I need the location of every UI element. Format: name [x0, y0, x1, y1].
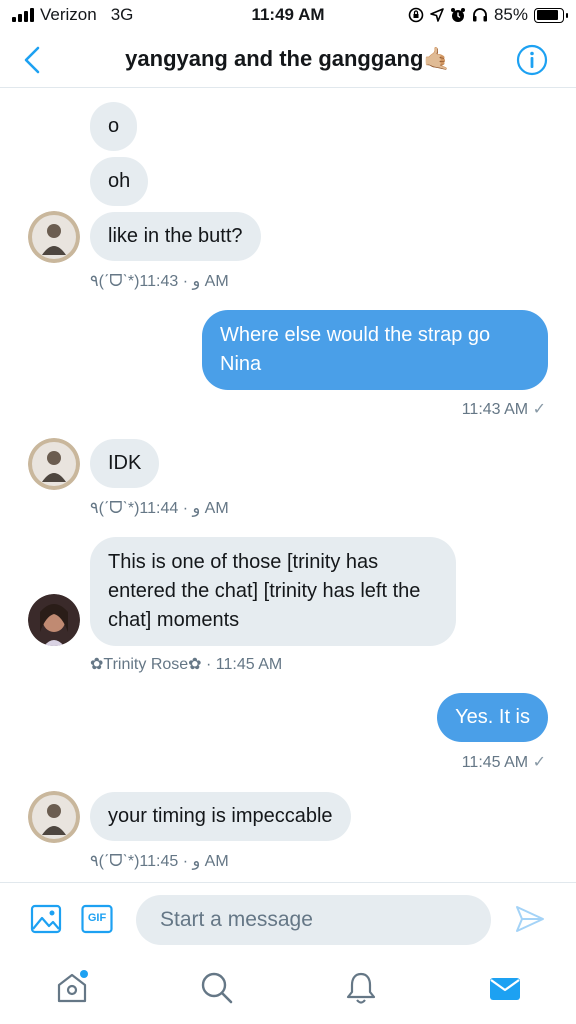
tab-bar [0, 958, 576, 1024]
message-bubble[interactable]: Where else would the strap go Nina [202, 310, 548, 390]
location-icon [430, 8, 444, 22]
message-meta: 11:45 AM ✓ [462, 752, 546, 772]
tab-search[interactable] [199, 970, 235, 1006]
conversation-header: yangyang and the ganggang🤙🏼 [0, 32, 576, 88]
message-list[interactable]: o oh like in the butt? ٩(ˊᗜˋ*)و · 11:43 … [0, 89, 576, 882]
avatar[interactable] [28, 594, 80, 646]
info-icon [516, 44, 548, 76]
battery-icon [534, 7, 568, 23]
status-bar: Verizon 3G 11:49 AM 85% [0, 0, 576, 32]
message-input[interactable] [136, 895, 491, 945]
message-bubble[interactable]: your timing is impeccable [90, 792, 351, 841]
home-icon [57, 970, 88, 1003]
message-meta: ٩(ˊᗜˋ*)و · 11:45 AM [90, 853, 229, 870]
tab-home[interactable] [54, 970, 90, 1006]
tab-notifications[interactable] [343, 970, 379, 1006]
send-icon [516, 906, 544, 932]
message-bubble[interactable]: like in the butt? [90, 212, 261, 261]
message-bubble[interactable]: oh [90, 157, 149, 206]
alarm-icon [450, 8, 465, 22]
notifications-icon [346, 972, 376, 1004]
message-time: 11:43 AM [461, 401, 529, 418]
headphones-icon [472, 8, 487, 22]
message-time: 11:45 AM [215, 656, 283, 673]
info-button[interactable] [516, 44, 548, 76]
tab-messages[interactable] [487, 970, 523, 1006]
message-meta: 11:43 AM ✓ [462, 399, 546, 419]
message-composer: GIF [0, 882, 576, 958]
battery-percent: 85% [493, 5, 528, 24]
image-icon [30, 904, 62, 934]
message-bubble[interactable]: This is one of those [trinity has entere… [90, 537, 456, 646]
sender-name: ✿Trinity Rose✿ [90, 656, 202, 673]
gif-label: GIF [87, 912, 107, 924]
message-bubble[interactable]: o [90, 102, 138, 151]
avatar[interactable] [28, 438, 80, 490]
message-meta: ٩(ˊᗜˋ*)و · 11:44 AM [90, 500, 229, 517]
avatar[interactable] [28, 211, 80, 263]
message-meta: ✿Trinity Rose✿ · 11:45 AM [90, 656, 283, 673]
read-check-icon: ✓ [532, 401, 546, 418]
screen-rotation-lock-icon [408, 7, 424, 23]
messages-icon [490, 978, 520, 1000]
add-image-button[interactable] [30, 903, 62, 935]
status-bar-right: 85% [408, 5, 568, 25]
read-check-icon: ✓ [532, 754, 546, 771]
gif-button[interactable]: GIF [81, 903, 113, 935]
message-time: 11:45 AM [461, 754, 529, 771]
message-meta: ٩(ˊᗜˋ*)و · 11:43 AM [90, 273, 229, 290]
message-bubble[interactable]: Yes. It is [437, 693, 548, 742]
search-icon [201, 972, 233, 1004]
conversation-title[interactable]: yangyang and the ganggang🤙🏼 [0, 46, 576, 72]
avatar[interactable] [28, 791, 80, 843]
send-button[interactable] [514, 903, 546, 935]
message-bubble[interactable]: IDK [90, 439, 160, 488]
